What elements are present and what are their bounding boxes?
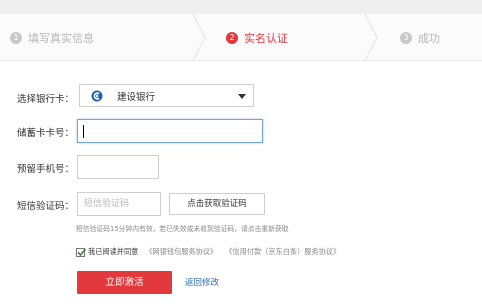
card-number-input[interactable] (77, 119, 263, 143)
chevron-right-icon (192, 14, 206, 61)
sms-hint: 短信验证码15分钟内有效，若已失效或未收到验证码，请点击重新获取 (76, 225, 289, 233)
bank-select[interactable]: 建设银行 (79, 84, 254, 107)
step-label: 成功 (418, 31, 440, 45)
text-cursor (83, 125, 84, 138)
wallet-protocol-link[interactable]: 《网银钱包服务协议》 (145, 247, 217, 257)
agree-checkbox[interactable] (76, 247, 87, 257)
bank-label: 选择银行卡： (17, 94, 75, 105)
progress-steps: 1 填写真实信息 2 实名认证 3 成功 (0, 14, 482, 61)
back-to-edit-link[interactable]: 返回修改 (185, 276, 219, 288)
step-number: 1 (10, 31, 22, 44)
sms-code-input[interactable]: 短信验证码 (77, 192, 161, 216)
step-label: 实名认证 (244, 31, 288, 45)
agree-text: 我已阅读并同意 (88, 247, 139, 256)
step-number: 2 (226, 31, 238, 44)
get-code-button[interactable]: 点击获取验证码 (169, 193, 265, 215)
card-number-label: 储蓄卡卡号： (17, 128, 75, 139)
credit-protocol-link[interactable]: 《信用付款（京东白条）服务协议》 (225, 247, 340, 257)
activate-button[interactable]: 立即激活 (77, 271, 172, 294)
sms-code-label: 短信验证码： (17, 201, 75, 212)
step-success: 3 成功 (400, 14, 440, 61)
bank-name: 建设银行 (117, 91, 156, 103)
step-number: 3 (400, 31, 412, 44)
phone-label: 预留手机号： (17, 164, 75, 175)
top-bar (0, 0, 482, 14)
caret-down-icon (238, 94, 246, 99)
step-label: 填写真实信息 (28, 31, 94, 45)
step-real-name-auth: 2 实名认证 (226, 14, 288, 61)
phone-input[interactable] (77, 155, 159, 179)
step-fill-info: 1 填写真实信息 (10, 14, 94, 61)
ccb-bank-logo-icon (91, 90, 103, 101)
chevron-right-icon (364, 14, 378, 61)
checkmark-icon (77, 247, 87, 256)
agreement-row: 我已阅读并同意 《网银钱包服务协议》 《信用付款（京东白条）服务协议》 (76, 247, 348, 257)
